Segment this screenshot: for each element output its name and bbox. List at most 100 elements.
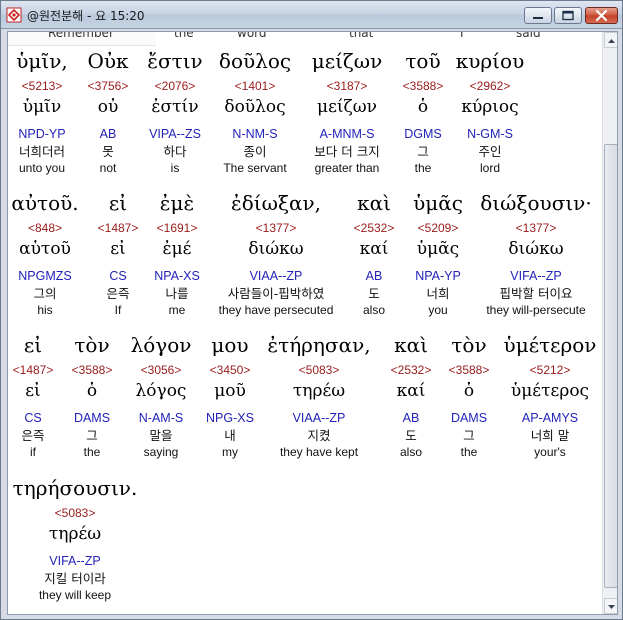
parsing-code: AB (402, 411, 420, 425)
lemma: οὐ (97, 97, 119, 117)
word-column[interactable]: ἔστιν <2076> ἐστίν VIPA--ZS 하다 is (142, 47, 208, 177)
greek-word: ὑμῖν, (16, 49, 68, 73)
word-column[interactable]: τοῦ <3588> ὁ DGMS 그 the (397, 47, 449, 177)
lemma: τηρέω (292, 381, 346, 401)
maximize-icon (562, 10, 574, 21)
word-column[interactable]: διώξουσιν· <1377> διώκω VIFA--ZP 핍박할 터이요… (476, 189, 596, 319)
word-column[interactable]: μου <3450> μοῦ NPG-XS 내 my (202, 331, 258, 461)
scroll-down-button[interactable] (604, 598, 617, 614)
strong-number[interactable]: <1487> (10, 361, 56, 379)
strong-number[interactable]: <5083> (10, 504, 140, 522)
strong-number[interactable]: <2962> (455, 77, 525, 95)
strong-number[interactable]: <2076> (142, 77, 208, 95)
word-column[interactable]: ὑμῖν, <5213> ὑμῖν NPD-YP 너희더러 unto you (14, 47, 70, 177)
word-column[interactable]: καὶ <2532> καί AB 도 also (383, 331, 439, 461)
korean-gloss: 은즉 (21, 428, 45, 443)
header-word: I (460, 32, 464, 40)
strong-number[interactable]: <3756> (83, 77, 133, 95)
title-bar[interactable]: @원전분해 - 요 15:20 (1, 1, 622, 29)
english-gloss: me (168, 303, 186, 317)
english-gloss: your's (534, 445, 566, 459)
strong-number[interactable]: <2532> (349, 219, 399, 237)
english-gloss: they have kept (279, 445, 359, 459)
strong-number[interactable]: <1487> (92, 219, 144, 237)
greek-word: τὸν (74, 333, 110, 357)
strong-number[interactable]: <5213> (14, 77, 70, 95)
strong-number[interactable]: <3187> (303, 77, 391, 95)
parsing-code: NPA-YP (415, 269, 461, 283)
korean-gloss: 도 (368, 286, 380, 301)
word-column[interactable]: εἰ <1487> εἰ CS 은즉 If (92, 189, 144, 319)
arrow-down-icon (608, 605, 615, 609)
arrow-up-icon (608, 39, 615, 43)
word-column[interactable]: ὑμᾶς <5209> ὑμᾶς NPA-YP 너희 you (406, 189, 470, 319)
strong-number[interactable]: <3588> (442, 361, 496, 379)
verse-analysis-pane[interactable]: Remember the word that I said ὑμῖν, <521… (7, 31, 618, 615)
word-column[interactable]: Οὐκ <3756> οὐ AB 못 not (83, 47, 133, 177)
english-gloss: also (399, 445, 422, 459)
greek-word: ἐδίωξαν, (231, 191, 321, 215)
word-column[interactable]: καὶ <2532> καί AB 도 also (349, 189, 399, 319)
lemma: διώκω (508, 239, 564, 259)
maximize-button[interactable] (554, 7, 582, 24)
strong-number[interactable]: <3588> (397, 77, 449, 95)
header-word: Remember (48, 32, 114, 40)
vertical-scrollbar[interactable] (602, 32, 617, 614)
lemma: ὁ (463, 381, 475, 401)
app-logo-icon (6, 7, 22, 23)
word-column[interactable]: ἐτήρησαν, <5083> τηρέω VIAA--ZP 지켰 they … (265, 331, 373, 461)
strong-number[interactable]: <5083> (265, 361, 373, 379)
parsing-code: AB (99, 127, 117, 141)
korean-gloss: 너희 (426, 286, 450, 301)
english-gloss: is (170, 161, 180, 175)
strong-number[interactable]: <848> (10, 219, 80, 237)
word-column[interactable]: τὸν <3588> ὁ DAMS 그 the (442, 331, 496, 461)
lemma: εἰ (25, 381, 41, 401)
word-column[interactable]: ὑμέτερον <5212> ὑμέτερος AP-AMYS 너희 말 yo… (502, 331, 598, 461)
strong-number[interactable]: <3056> (126, 361, 196, 379)
strong-number[interactable]: <1377> (476, 219, 596, 237)
lemma: μείζων (317, 97, 377, 117)
english-gloss: not (99, 161, 117, 175)
strong-number[interactable]: <1691> (148, 219, 206, 237)
strong-number[interactable]: <5209> (406, 219, 470, 237)
word-column[interactable]: δοῦλος <1401> δοῦλος N-NM-S 종이 The serva… (213, 47, 297, 177)
parsing-code: N-AM-S (138, 411, 184, 425)
word-column[interactable]: ἐμὲ <1691> ἐμέ NPA-XS 나를 me (148, 189, 206, 319)
app-window: @원전분해 - 요 15:20 Remember the word that I (0, 0, 623, 620)
lemma: αὑτοῦ (19, 239, 71, 259)
strong-number[interactable]: <5212> (502, 361, 598, 379)
header-word: the (174, 32, 194, 40)
korean-gloss: 핍박할 터이요 (499, 286, 573, 301)
parsing-code: N-GM-S (467, 127, 513, 141)
word-column[interactable]: αὐτοῦ. <848> αὑτοῦ NPGMZS 그의 his (10, 189, 80, 319)
greek-word: τηρήσουσιν. (12, 476, 138, 500)
close-button[interactable] (585, 7, 618, 24)
greek-word: τὸν (451, 333, 487, 357)
english-gloss: the (414, 161, 432, 175)
parsing-code: VIFA--ZP (49, 554, 101, 568)
strong-number[interactable]: <3588> (65, 361, 119, 379)
english-gloss: the (83, 445, 101, 459)
word-column[interactable]: τηρήσουσιν. <5083> τηρέω VIFA--ZP 지킬 터이라… (10, 474, 140, 604)
word-column[interactable]: εἰ <1487> εἰ CS 은즉 if (10, 331, 56, 461)
word-column[interactable]: ἐδίωξαν, <1377> διώκω VIAA--ZP 사람들이-핍박하였… (209, 189, 343, 319)
greek-word: ἐμὲ (159, 191, 195, 215)
lemma: ὑμᾶς (416, 239, 460, 259)
greek-word: αὐτοῦ. (11, 191, 79, 215)
word-column[interactable]: λόγον <3056> λόγος N-AM-S 말을 saying (126, 331, 196, 461)
english-gloss: If (114, 303, 122, 317)
scroll-thumb[interactable] (604, 144, 617, 588)
strong-number[interactable]: <1401> (213, 77, 297, 95)
parsing-code: DAMS (73, 411, 111, 425)
lemma: ὑμέτερος (510, 381, 590, 401)
word-column[interactable]: κυρίου <2962> κύριος N-GM-S 주인 lord (455, 47, 525, 177)
strong-number[interactable]: <2532> (383, 361, 439, 379)
scroll-up-button[interactable] (604, 32, 617, 48)
korean-gloss: 지켰 (307, 428, 331, 443)
minimize-button[interactable] (524, 7, 552, 24)
word-column[interactable]: τὸν <3588> ὁ DAMS 그 the (65, 331, 119, 461)
strong-number[interactable]: <1377> (209, 219, 343, 237)
word-column[interactable]: μείζων <3187> μείζων A-MNM-S 보다 더 크지 gre… (303, 47, 391, 177)
strong-number[interactable]: <3450> (202, 361, 258, 379)
